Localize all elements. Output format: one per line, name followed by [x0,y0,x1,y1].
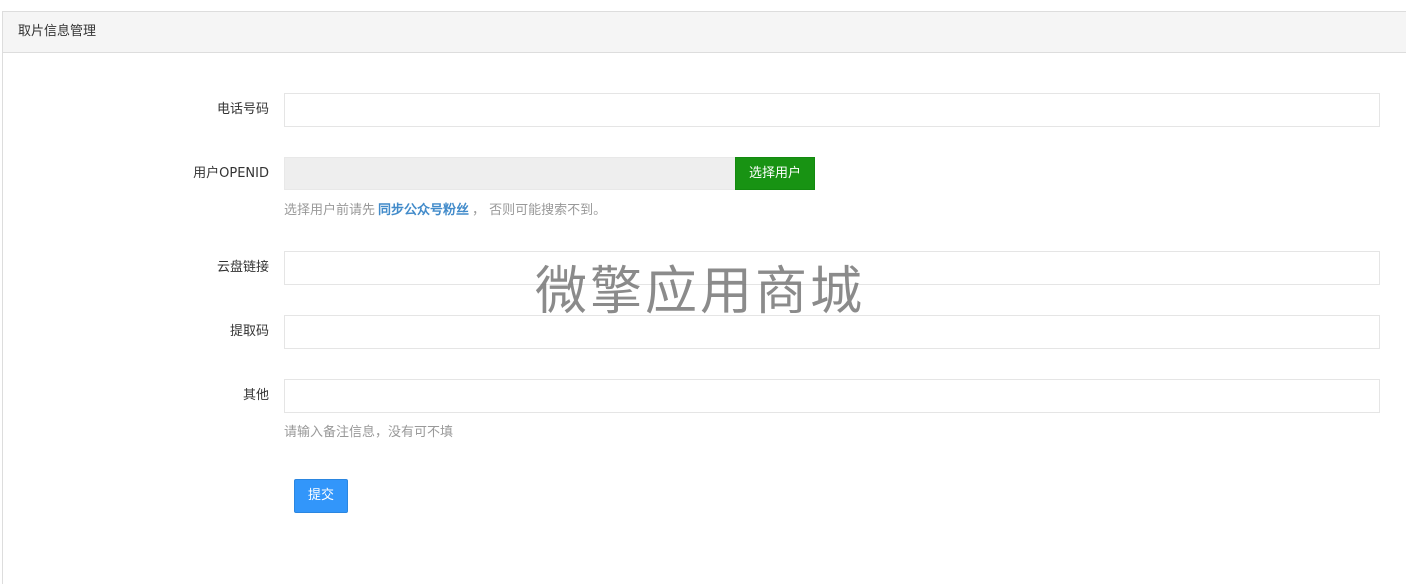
openid-help-suffix: ， 否则可能搜索不到。 [472,203,607,218]
sync-fans-link[interactable]: 同步公众号粉丝 [378,203,469,218]
other-label: 其他 [242,388,269,403]
cloud-link-label: 云盘链接 [216,260,269,275]
openid-label: 用户OPENID [193,166,269,181]
submit-button[interactable]: 提交 [294,479,348,513]
openid-input[interactable] [284,157,735,190]
phone-label: 电话号码 [216,102,269,117]
openid-help: 选择用户前请先 同步公众号粉丝， 否则可能搜索不到。 [284,203,606,219]
phone-input[interactable] [284,93,1380,127]
extract-code-label: 提取码 [229,324,269,339]
panel-heading: 取片信息管理 [3,12,1406,53]
cloud-link-input[interactable] [284,251,1380,285]
openid-help-prefix: 选择用户前请先 [284,203,376,218]
extract-code-input[interactable] [284,315,1380,349]
other-help: 请输入备注信息，没有可不填 [284,425,454,440]
select-user-button[interactable]: 选择用户 [735,157,815,190]
panel-title: 取片信息管理 [18,24,97,39]
other-input[interactable] [284,379,1380,413]
